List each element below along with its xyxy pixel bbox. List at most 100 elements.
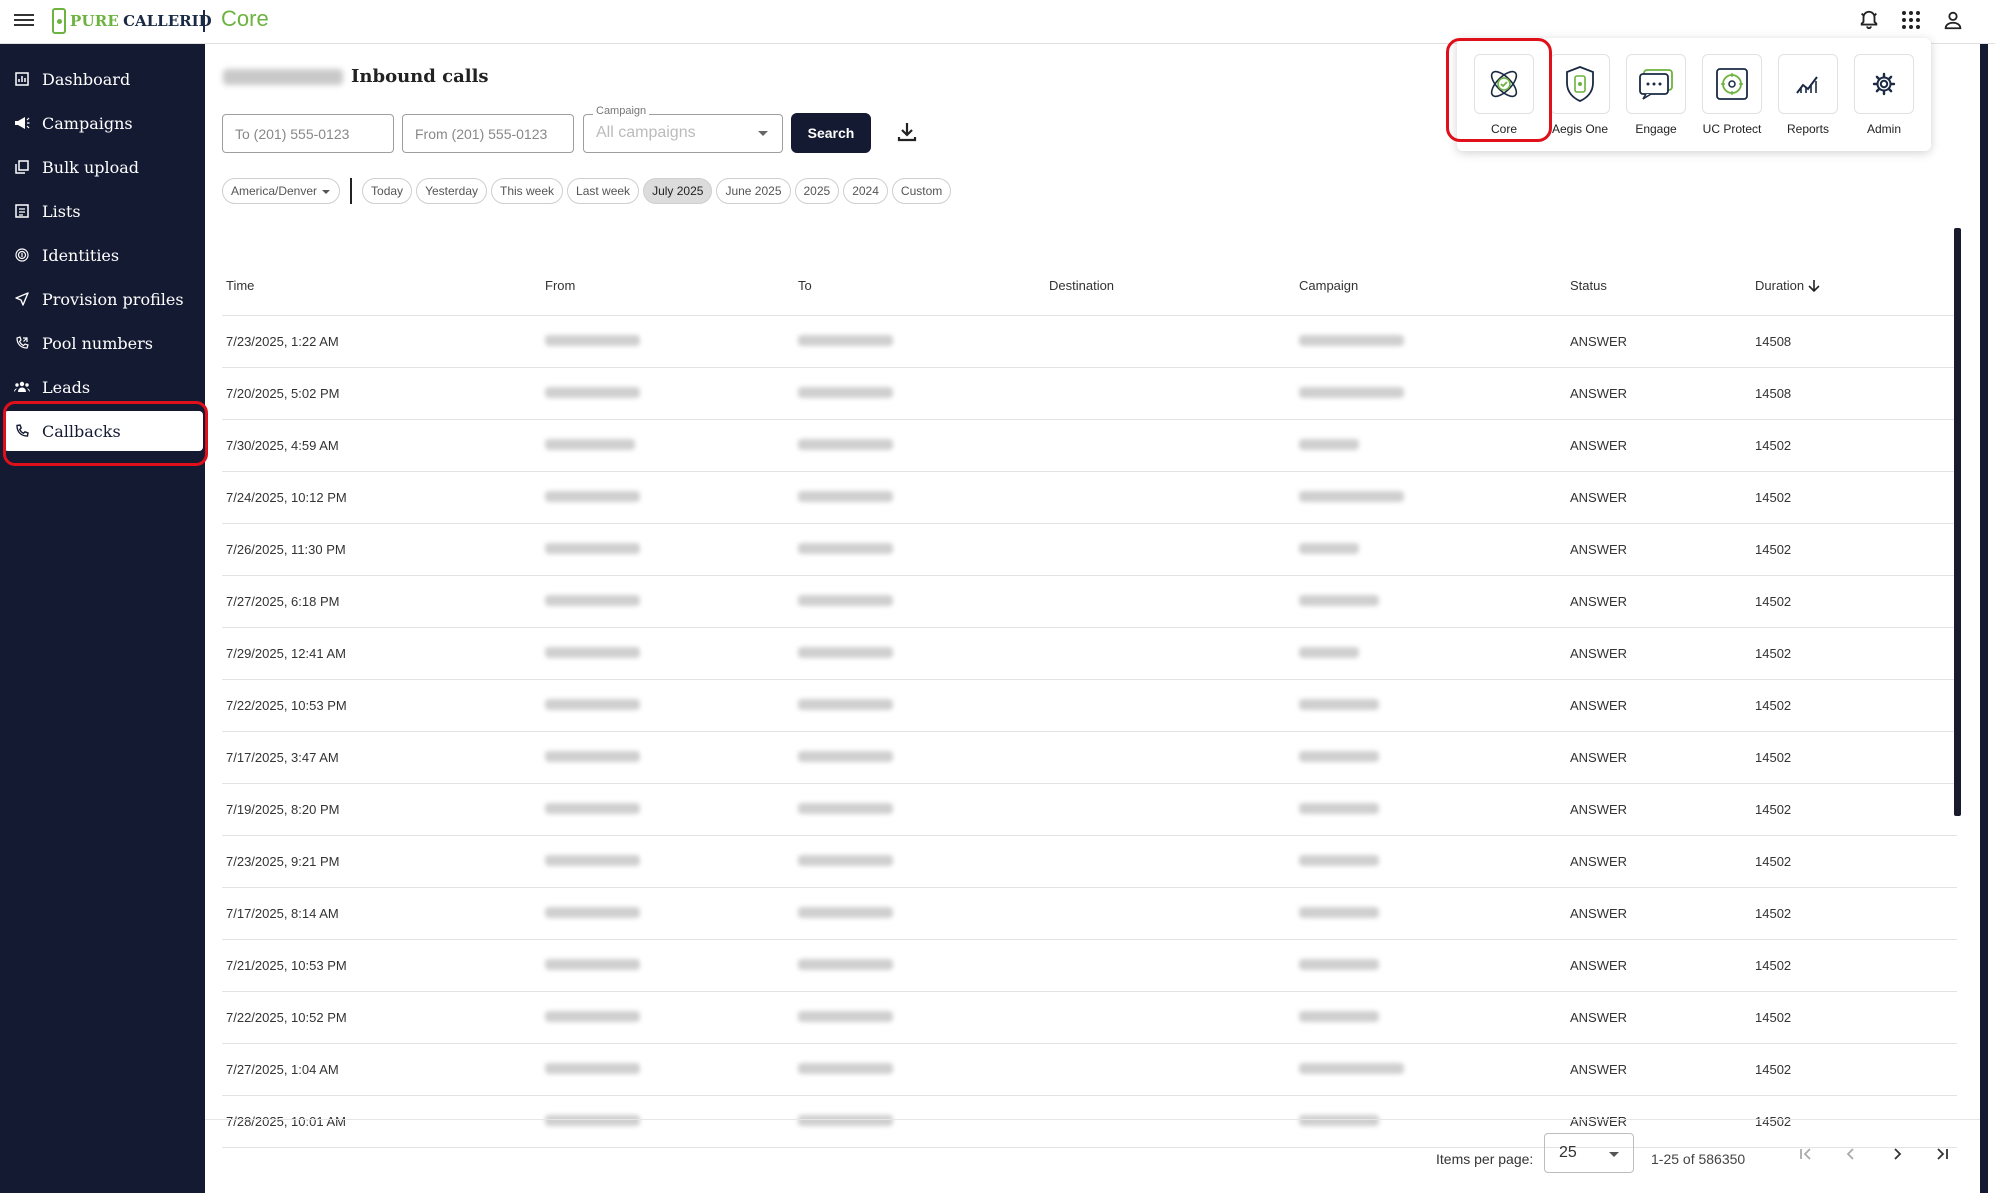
cell-time: 7/29/2025, 12:41 AM [226,646,346,661]
column-header-duration-label: Duration [1755,278,1805,293]
column-header-time[interactable]: Time [222,278,541,293]
first-page-icon[interactable] [1792,1140,1820,1168]
sidebar-item-campaigns[interactable]: Campaigns [4,103,203,143]
app-tile-core[interactable]: Core [1466,54,1542,152]
menu-icon[interactable] [14,11,34,31]
cell-duration: 14502 [1755,646,1792,661]
table-row[interactable]: 7/27/2025, 1:04 AM ANSWER 14502 [222,1044,1957,1096]
table-row[interactable]: 7/22/2025, 10:52 PM ANSWER 14502 [222,992,1957,1044]
app-tile-reports[interactable]: Reports [1770,54,1846,152]
table-row[interactable]: 7/30/2025, 4:59 AM ANSWER 14502 [222,420,1957,472]
sidebar-item-pool-numbers[interactable]: Pool numbers [4,323,203,363]
table-row[interactable]: 7/19/2025, 8:20 PM ANSWER 14502 [222,784,1957,836]
cell-to-redacted [794,1062,1045,1077]
bell-icon[interactable] [1857,8,1881,32]
cell-campaign-redacted [1295,854,1566,869]
column-header-destination[interactable]: Destination [1045,278,1295,293]
table-row[interactable]: 7/26/2025, 11:30 PM ANSWER 14502 [222,524,1957,576]
app-tile-uc-protect[interactable]: UC Protect [1694,54,1770,152]
items-per-page-select[interactable]: 25 [1544,1133,1634,1173]
sidebar-item-label: Pool numbers [42,333,153,353]
table-row[interactable]: 7/22/2025, 10:53 PM ANSWER 14502 [222,680,1957,732]
items-per-page-value: 25 [1559,1144,1577,1161]
cell-time: 7/19/2025, 8:20 PM [226,802,340,817]
column-header-to[interactable]: To [794,278,1045,293]
cell-status: ANSWER [1570,854,1628,869]
column-header-from[interactable]: From [541,278,794,293]
sidebar-item-bulk-upload[interactable]: Bulk upload [4,147,203,187]
cell-from-redacted [541,958,794,973]
sidebar-item-dashboard[interactable]: Dashboard [4,59,203,99]
chip-custom[interactable]: Custom [891,178,952,204]
table-row[interactable]: 7/27/2025, 6:18 PM ANSWER 14502 [222,576,1957,628]
from-number-input[interactable]: From (201) 555-0123 [402,114,574,153]
cell-from-redacted [541,542,794,557]
chip-this-week[interactable]: This week [491,178,564,204]
cell-campaign-redacted [1295,594,1566,609]
last-page-icon[interactable] [1928,1140,1956,1168]
cell-campaign-redacted [1295,334,1566,349]
cell-duration: 14508 [1755,386,1792,401]
table-row[interactable]: 7/21/2025, 10:53 PM ANSWER 14502 [222,940,1957,992]
next-page-icon[interactable] [1883,1140,1911,1168]
list-icon [14,203,30,219]
column-header-campaign[interactable]: Campaign [1295,278,1566,293]
app-tile-admin[interactable]: Admin [1846,54,1922,152]
cell-time: 7/22/2025, 10:52 PM [226,1010,347,1025]
table-scrollbar[interactable] [1954,228,1961,816]
sidebar-item-callbacks[interactable]: Callbacks [4,411,203,451]
sidebar-item-lists[interactable]: Lists [4,191,203,231]
apps-grid-icon[interactable] [1899,8,1923,32]
timezone-select[interactable]: America/Denver [222,178,341,204]
to-number-input[interactable]: To (201) 555-0123 [222,114,394,153]
phone-logo-icon [52,8,66,34]
sidebar-item-leads[interactable]: Leads [4,367,203,407]
sidebar-item-identities[interactable]: Identities [4,235,203,275]
chip-divider [350,178,353,204]
table-row[interactable]: 7/20/2025, 5:02 PM ANSWER 14508 [222,368,1957,420]
table-row[interactable]: 7/23/2025, 1:22 AM ANSWER 14508 [222,316,1957,368]
chip-today[interactable]: Today [362,178,413,204]
table-row[interactable]: 7/24/2025, 10:12 PM ANSWER 14502 [222,472,1957,524]
page-header: Inbound calls [223,66,489,87]
cell-to-redacted [794,958,1045,973]
chip-july-2025[interactable]: July 2025 [643,178,713,204]
download-icon[interactable] [895,120,921,146]
app-tile-label: Admin [1866,122,1901,136]
safe-icon [1702,54,1762,114]
account-icon[interactable] [1941,8,1965,32]
app-tile-engage[interactable]: Engage [1618,54,1694,152]
phone-forward-icon [14,335,30,351]
table-row[interactable]: 7/29/2025, 12:41 AM ANSWER 14502 [222,628,1957,680]
campaign-select[interactable]: All campaigns [583,114,783,153]
chip-2024[interactable]: 2024 [843,178,888,204]
chip-yesterday[interactable]: Yesterday [416,178,487,204]
table-row[interactable]: 7/23/2025, 9:21 PM ANSWER 14502 [222,836,1957,888]
cell-to-redacted [794,490,1045,505]
chevron-down-icon [758,131,768,136]
table-row[interactable]: 7/17/2025, 8:14 AM ANSWER 14502 [222,888,1957,940]
search-button[interactable]: Search [791,113,871,153]
cell-duration: 14502 [1755,802,1792,817]
cell-time: 7/23/2025, 1:22 AM [226,334,339,349]
logo[interactable]: PURE CALLERID [52,6,212,36]
chip-june-2025[interactable]: June 2025 [716,178,791,204]
cell-campaign-redacted [1295,542,1566,557]
column-header-status[interactable]: Status [1566,278,1751,293]
cell-from-redacted [541,906,794,921]
main-content: Inbound calls To (201) 555-0123 From (20… [205,44,1980,1193]
column-header-duration[interactable]: Duration [1751,278,1951,293]
table-row[interactable]: 7/17/2025, 3:47 AM ANSWER 14502 [222,732,1957,784]
cell-time: 7/21/2025, 10:53 PM [226,958,347,973]
cell-duration: 14502 [1755,1062,1792,1077]
app-tile-aegis-one[interactable]: Aegis One [1542,54,1618,152]
chip-2025[interactable]: 2025 [794,178,840,204]
sidebar-item-provision-profiles[interactable]: Provision profiles [4,279,203,319]
sidebar-item-label: Campaigns [42,113,133,133]
previous-page-icon[interactable] [1837,1140,1865,1168]
chip-last-week[interactable]: Last week [567,178,640,204]
cell-status: ANSWER [1570,594,1628,609]
table-header: Time From To Destination Campaign Status… [222,256,1957,316]
cell-status: ANSWER [1570,542,1628,557]
sidebar-item-label: Provision profiles [42,289,184,309]
